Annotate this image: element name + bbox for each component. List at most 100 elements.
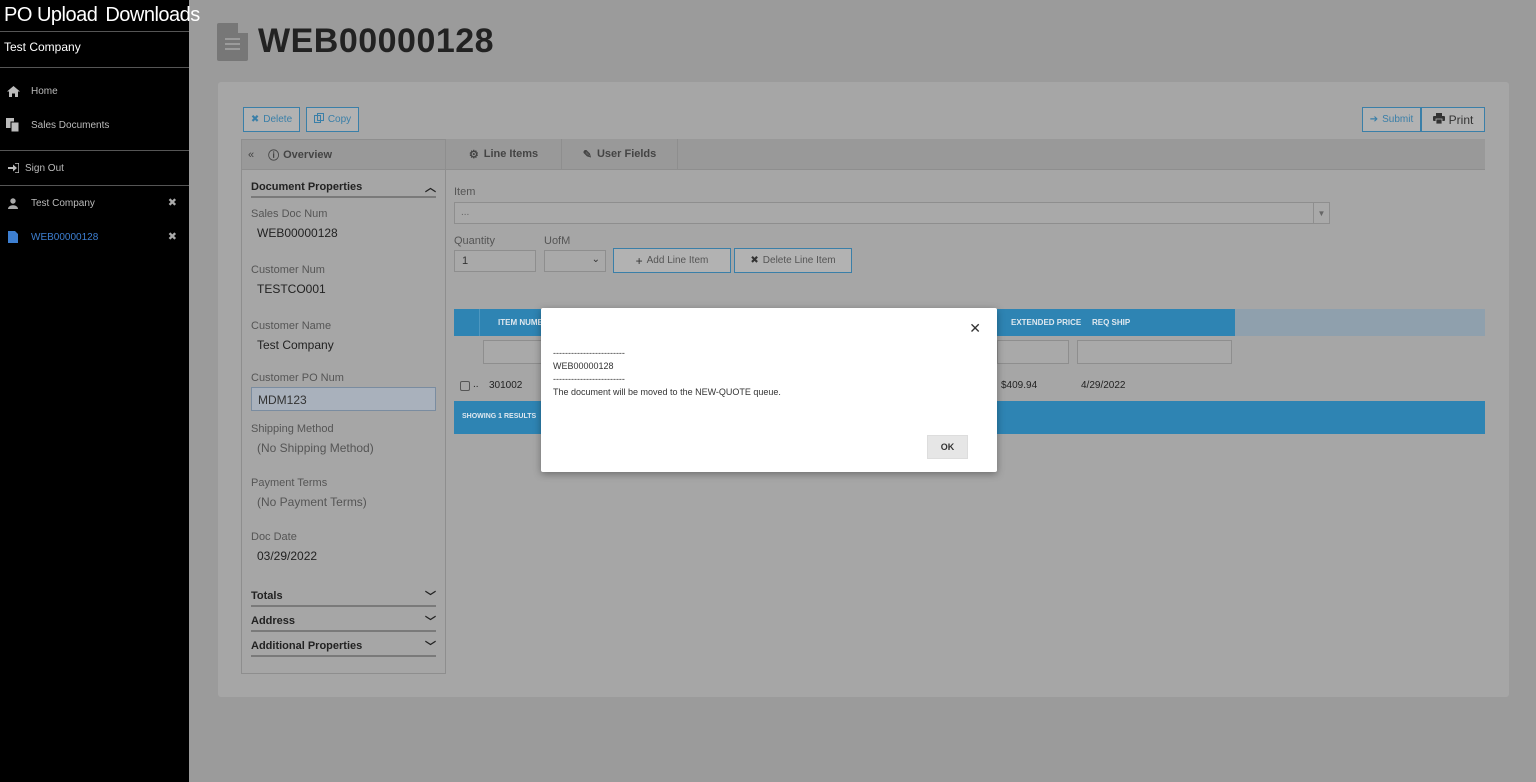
tab-line-items[interactable]: ⚙ Line Items: [446, 139, 562, 169]
section-additional-properties[interactable]: Additional Properties ﹀: [251, 637, 436, 657]
section-title: Additional Properties: [251, 640, 363, 652]
x-icon: ✖: [250, 114, 260, 125]
filter-req-ship[interactable]: [1077, 340, 1232, 364]
delete-button[interactable]: ✖ Delete: [243, 107, 300, 132]
copy-label: Copy: [327, 114, 352, 125]
submit-label: Submit: [1382, 114, 1414, 125]
customer-num-label: Customer Num: [251, 264, 325, 276]
sales-doc-num-label: Sales Doc Num: [251, 208, 328, 220]
home-icon: [5, 85, 21, 97]
customer-num-value: TESTCO001: [257, 282, 326, 296]
page-header: WEB00000128: [217, 22, 494, 61]
open-item-label: Test Company: [31, 197, 95, 209]
payment-terms-value: (No Payment Terms): [257, 495, 367, 509]
dialog-text: The document will be moved to the NEW-QU…: [553, 387, 781, 397]
file-icon: [5, 231, 21, 243]
quantity-input[interactable]: 1: [454, 250, 536, 272]
section-title: Document Properties: [251, 181, 363, 193]
sidebar-nav: Home Sales Documents: [0, 68, 189, 151]
tab-label: Line Items: [483, 148, 539, 160]
sidebar-open-items: Test Company ✖ WEB00000128 ✖: [0, 186, 189, 254]
row-ellipsis: ..: [473, 379, 479, 390]
item-select-value: ...: [461, 207, 470, 218]
overview-title: Overview: [283, 148, 333, 161]
app-title: PO Upload Downloads: [0, 0, 200, 32]
section-totals[interactable]: Totals ﹀: [251, 587, 436, 607]
copy-icon: [313, 113, 324, 126]
chevron-up-icon: ︿: [425, 182, 436, 194]
copy-button[interactable]: Copy: [306, 107, 359, 132]
cell-extended-price: $409.94: [1001, 380, 1038, 391]
sidebar-item-label: Home: [31, 85, 58, 97]
filter-extended-price[interactable]: [997, 340, 1069, 364]
results-count: SHOWING 1 RESULTS: [462, 413, 537, 420]
collapse-icon[interactable]: «: [248, 149, 254, 161]
chevron-down-icon: ﹀: [425, 641, 436, 653]
section-title: Address: [251, 615, 296, 627]
uofm-select[interactable]: ⌄: [544, 250, 606, 272]
sidebar-item-sales-documents[interactable]: Sales Documents: [0, 108, 189, 142]
sidebar-item-label: Sales Documents: [31, 119, 110, 131]
submit-button[interactable]: ➔ Submit: [1362, 107, 1421, 132]
item-label: Item: [454, 186, 476, 198]
col-extended-price[interactable]: EXTENDED PRICE: [1011, 318, 1081, 327]
section-document-properties[interactable]: Document Properties ︿: [251, 178, 436, 198]
delete-line-item-label: Delete Line Item: [762, 255, 836, 266]
doc-date-value: 03/29/2022: [257, 549, 318, 563]
customer-po-num-input[interactable]: MDM123: [251, 387, 436, 411]
arrow-right-icon: ➔: [1369, 114, 1379, 125]
sidebar: PO Upload Downloads Test Company Home Sal…: [0, 0, 200, 782]
overview-header[interactable]: « ⓘ Overview: [242, 140, 445, 170]
sign-out-icon: [5, 163, 21, 173]
add-line-item-label: Add Line Item: [646, 255, 709, 266]
doc-date-label: Doc Date: [251, 531, 297, 543]
overview-panel: « ⓘ Overview Document Properties ︿ Sales…: [241, 139, 446, 674]
edit-icon: ✎: [582, 148, 592, 161]
delete-label: Delete: [263, 114, 293, 125]
sidebar-item-home[interactable]: Home: [0, 74, 189, 108]
separator-line: ------------------------: [553, 374, 625, 384]
confirmation-dialog: ✕ ------------------------ WEB00000128 -…: [541, 308, 997, 472]
dropdown-arrow-icon: ▼: [1313, 203, 1329, 223]
sidebar-signout-section: Sign Out: [0, 151, 189, 186]
delete-line-item-button[interactable]: ✖ Delete Line Item: [734, 248, 852, 273]
print-button[interactable]: Print: [1421, 107, 1485, 132]
shipping-method-value: (No Shipping Method): [257, 441, 374, 455]
ok-button[interactable]: OK: [927, 435, 968, 459]
customer-name-label: Customer Name: [251, 320, 332, 332]
chevron-down-icon: ⌄: [591, 254, 600, 265]
sales-doc-num-value: WEB00000128: [257, 226, 338, 240]
add-line-item-button[interactable]: + Add Line Item: [613, 248, 731, 273]
payment-terms-label: Payment Terms: [251, 477, 328, 489]
quantity-label: Quantity: [454, 235, 495, 247]
open-item-label: WEB00000128: [31, 231, 99, 243]
tab-user-fields[interactable]: ✎ User Fields: [562, 139, 678, 169]
close-icon[interactable]: ✖: [168, 230, 177, 243]
sidebar-item-label: Sign Out: [25, 162, 64, 174]
brand-po-upload[interactable]: PO Upload: [4, 4, 98, 26]
shipping-method-label: Shipping Method: [251, 423, 334, 435]
col-item-number[interactable]: ITEM NUMB: [498, 318, 543, 327]
x-icon: ✖: [750, 255, 759, 266]
printer-icon: [1432, 112, 1445, 127]
cell-item-number: 301002: [489, 380, 523, 391]
section-title: Totals: [251, 590, 283, 602]
item-select[interactable]: ... ▼: [454, 202, 1330, 224]
tab-label: User Fields: [596, 148, 657, 160]
sidebar-item-sign-out[interactable]: Sign Out: [0, 151, 189, 185]
open-item-web00000128[interactable]: WEB00000128 ✖: [0, 220, 189, 254]
uofm-label: UofM: [544, 235, 571, 247]
open-item-test-company[interactable]: Test Company ✖: [0, 186, 189, 220]
document-icon: [217, 22, 248, 61]
col-req-ship[interactable]: REQ SHIP: [1092, 318, 1130, 327]
info-icon: ⓘ: [268, 149, 280, 162]
customer-po-num-label: Customer PO Num: [251, 372, 344, 384]
close-icon[interactable]: ✖: [168, 196, 177, 209]
page-title: WEB00000128: [258, 22, 495, 60]
close-icon[interactable]: ✕: [969, 320, 981, 337]
tab-bar: ⚙ Line Items ✎ User Fields: [446, 139, 1485, 170]
documents-icon: [5, 118, 21, 132]
brand-downloads[interactable]: Downloads: [105, 4, 200, 26]
section-address[interactable]: Address ﹀: [251, 612, 436, 632]
row-checkbox[interactable]: [460, 381, 470, 391]
